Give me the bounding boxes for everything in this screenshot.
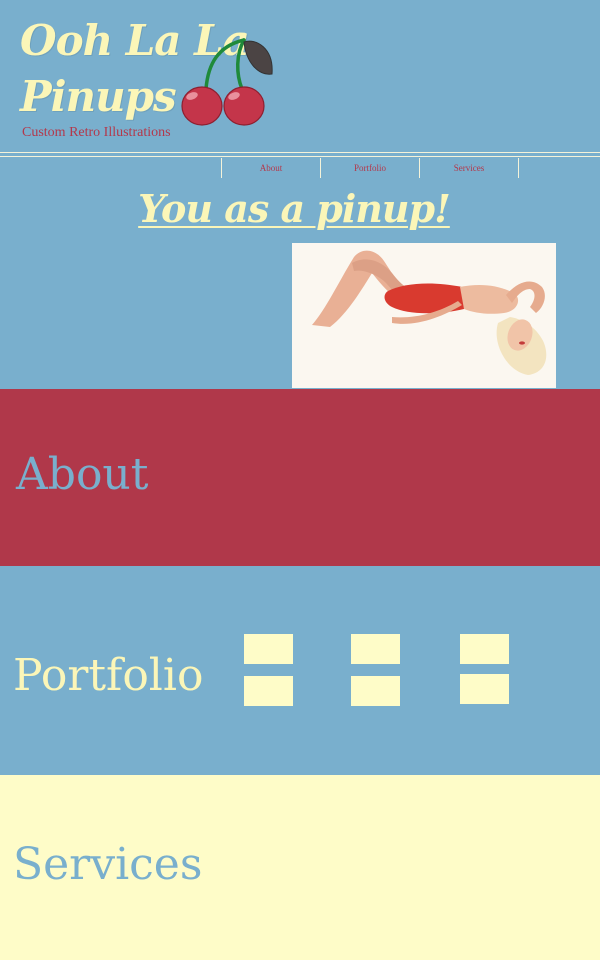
portfolio-thumbnail[interactable] [351,676,400,706]
header-divider-top [0,152,600,153]
portfolio-thumbnail[interactable] [244,634,293,664]
nav-about-link[interactable]: About [221,158,320,178]
nav-portfolio-link[interactable]: Portfolio [320,158,419,178]
logo-title-line2[interactable]: Pinups [20,76,177,118]
about-section: About [0,389,600,566]
portfolio-thumbnail[interactable] [460,674,509,704]
nav-services-link[interactable]: Services [419,158,519,178]
site-header: Ooh La La Pinups Custom Retro Illustrati… [0,0,600,152]
portfolio-section: Portfolio [0,566,600,775]
services-heading: Services [13,839,203,890]
portfolio-thumbnail[interactable] [351,634,400,664]
header-divider-bottom [0,156,600,157]
portfolio-thumbnail[interactable] [460,634,509,664]
services-section: Services [0,775,600,960]
hero-title: You as a pinup! [138,186,451,231]
pinup-illustration-image [292,243,556,388]
portfolio-heading: Portfolio [13,650,204,701]
portfolio-thumbnail[interactable] [244,676,293,706]
about-heading: About [16,449,149,500]
site-tagline: Custom Retro Illustrations [22,125,171,140]
main-nav: About Portfolio Services [221,158,519,178]
cherries-icon [181,38,273,126]
